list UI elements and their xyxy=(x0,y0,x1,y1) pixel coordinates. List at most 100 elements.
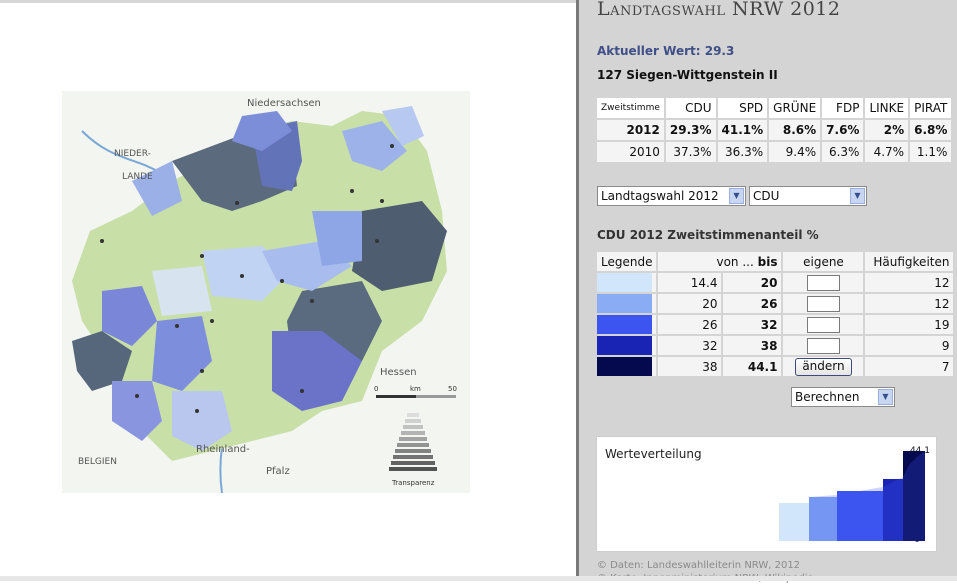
results-cell: 8.6% xyxy=(769,120,821,140)
legend-heading: CDU 2012 Zweitstimmenanteil % xyxy=(597,228,819,242)
value-distribution-chart: Werteverteilung 44.1 0 xyxy=(596,436,937,552)
legend-col-own: eigene xyxy=(783,252,864,271)
legend-own-cell xyxy=(783,294,864,313)
legend-freq: 7 xyxy=(865,357,954,376)
map-label-niederlande-1: NIEDER- xyxy=(114,149,151,159)
results-header-cdu: CDU xyxy=(665,98,716,118)
calculate-select[interactable]: Berechnen ▼ xyxy=(791,387,895,407)
legend-freq: 12 xyxy=(865,273,954,292)
legend-bis: 26 xyxy=(723,294,782,313)
legend-bis: 44.1 xyxy=(723,357,782,376)
bottom-scrollbar[interactable] xyxy=(0,576,957,581)
legend-swatch xyxy=(597,315,652,334)
results-header-spd: SPD xyxy=(717,98,768,118)
district[interactable] xyxy=(152,266,212,316)
scale-unit: km xyxy=(410,385,421,393)
party-select-value: CDU xyxy=(753,189,780,203)
distribution-label: Werteverteilung xyxy=(605,447,702,461)
legend-row: 14.4 20 12 xyxy=(597,273,954,292)
distribution-graphic xyxy=(779,451,925,541)
results-cell: 7.6% xyxy=(822,120,864,140)
legend-freq: 19 xyxy=(865,315,954,334)
legend-row: 38 44.1 ändern 7 xyxy=(597,357,954,376)
results-year: 2010 xyxy=(597,142,664,162)
map-area[interactable]: Niedersachsen NIEDER- LANDE Hessen Rhein… xyxy=(0,3,577,581)
results-cell: 2% xyxy=(865,120,909,140)
results-cell: 36.3% xyxy=(717,142,768,162)
map-label-pfalz: Pfalz xyxy=(266,466,290,477)
legend-own-cell xyxy=(783,315,864,334)
legend-table: Legende von ... bis eigene Häufigkeiten … xyxy=(595,250,955,378)
party-select[interactable]: CDU ▼ xyxy=(749,186,867,206)
results-cell: 4.7% xyxy=(865,142,909,162)
results-table: Zweitstimme CDU SPD GRÜNE FDP LINKE PIRA… xyxy=(595,96,954,164)
results-header-row: Zweitstimme CDU SPD GRÜNE FDP LINKE PIRA… xyxy=(597,98,952,118)
own-value-input[interactable] xyxy=(806,295,840,312)
scale-end: 50 xyxy=(448,385,457,393)
legend-swatch xyxy=(597,357,652,376)
chevron-down-icon[interactable]: ▼ xyxy=(850,188,865,204)
results-header-linke: LINKE xyxy=(865,98,909,118)
footer-line-1: © Daten: Landeswahlleiterin NRW, 2012 xyxy=(597,560,801,571)
legend-swatch xyxy=(597,273,652,292)
map-label-niederlande-2: LANDE xyxy=(122,172,153,182)
map-label-niedersachsen: Niedersachsen xyxy=(247,98,321,109)
results-cell: 29.3% xyxy=(665,120,716,140)
nrw-map[interactable]: Niedersachsen NIEDER- LANDE Hessen Rhein… xyxy=(62,91,470,493)
legend-own-cell xyxy=(783,273,864,292)
legend-swatch xyxy=(597,336,652,355)
results-row-2010: 2010 37.3% 36.3% 9.4% 6.3% 4.7% 1.1% xyxy=(597,142,952,162)
results-header-fdp: FDP xyxy=(822,98,864,118)
legend-von: 26 xyxy=(658,315,722,334)
own-value-input[interactable] xyxy=(806,337,840,354)
legend-col-freq: Häufigkeiten xyxy=(865,252,954,271)
legend-von: 38 xyxy=(658,357,722,376)
results-header-pirat: PIRAT xyxy=(910,98,952,118)
results-year: 2012 xyxy=(597,120,664,140)
own-value-input[interactable] xyxy=(806,316,840,333)
legend-row: 26 32 19 xyxy=(597,315,954,334)
legend-row: 32 38 9 xyxy=(597,336,954,355)
legend-von: 14.4 xyxy=(658,273,722,292)
footer: © Daten: Landeswahlleiterin NRW, 2012 © … xyxy=(597,559,814,585)
legend-swatch-cell xyxy=(597,336,657,355)
map-label-rheinland: Rheinland- xyxy=(196,444,250,455)
results-header-label: Zweitstimme xyxy=(597,98,664,118)
results-cell: 1.1% xyxy=(910,142,952,162)
legend-von: 20 xyxy=(658,294,722,313)
legend-swatch-cell xyxy=(597,294,657,313)
legend-row: 20 26 12 xyxy=(597,294,954,313)
legend-freq: 9 xyxy=(865,336,954,355)
panel-title: Landtagswahl NRW 2012 xyxy=(597,0,841,20)
results-cell: 37.3% xyxy=(665,142,716,162)
chevron-down-icon[interactable]: ▼ xyxy=(878,389,893,405)
results-cell: 41.1% xyxy=(717,120,768,140)
results-row-2012: 2012 29.3% 41.1% 8.6% 7.6% 2% 6.8% xyxy=(597,120,952,140)
calculate-select-value: Berechnen xyxy=(795,390,860,404)
district[interactable] xyxy=(352,201,447,291)
legend-swatch-cell xyxy=(597,273,657,292)
legend-von: 32 xyxy=(658,336,722,355)
election-select-value: Landtagswahl 2012 xyxy=(601,189,719,203)
legend-freq: 12 xyxy=(865,294,954,313)
chevron-down-icon[interactable]: ▼ xyxy=(729,188,744,204)
map-label-hessen: Hessen xyxy=(380,367,417,378)
legend-bis: 38 xyxy=(723,336,782,355)
legend-col-range: von ... bis xyxy=(658,252,782,271)
own-value-input[interactable] xyxy=(806,274,840,291)
legend-swatch xyxy=(597,294,652,313)
results-cell: 6.8% xyxy=(910,120,952,140)
legend-col-bis: bis xyxy=(757,254,778,269)
election-select[interactable]: Landtagswahl 2012 ▼ xyxy=(597,186,746,206)
current-value: Aktueller Wert: 29.3 xyxy=(597,44,735,58)
legend-bis: 20 xyxy=(723,273,782,292)
legend-col-legend: Legende xyxy=(597,252,657,271)
change-button[interactable]: ändern xyxy=(795,357,852,376)
legend-swatch-cell xyxy=(597,357,657,376)
results-cell: 6.3% xyxy=(822,142,864,162)
legend-bis: 32 xyxy=(723,315,782,334)
scale-start: 0 xyxy=(374,385,378,393)
legend-col-von: von ... xyxy=(716,254,754,269)
legend-header-row: Legende von ... bis eigene Häufigkeiten xyxy=(597,252,954,271)
results-cell: 9.4% xyxy=(769,142,821,162)
